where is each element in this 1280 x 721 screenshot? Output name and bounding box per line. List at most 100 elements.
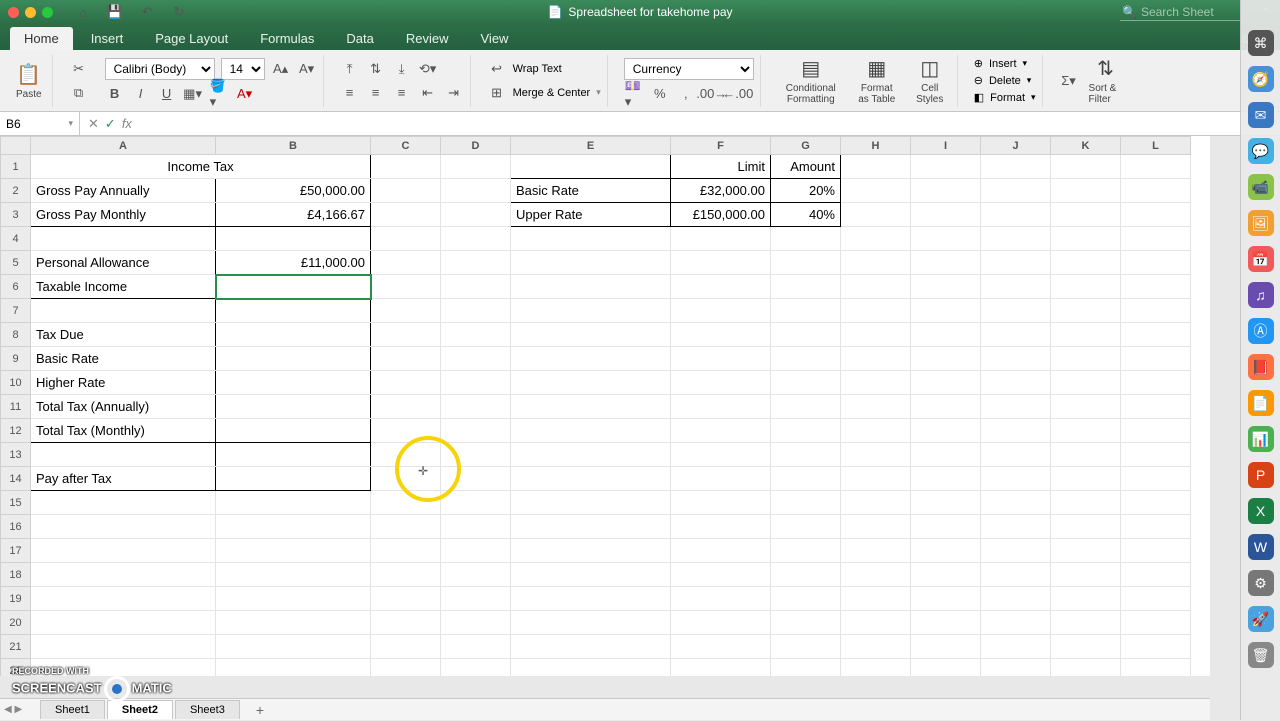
cell-B17[interactable] — [216, 539, 371, 563]
cell-K4[interactable] — [1051, 227, 1121, 251]
cell-D19[interactable] — [441, 587, 511, 611]
cell-D9[interactable] — [441, 347, 511, 371]
cell-C17[interactable] — [371, 539, 441, 563]
cell-H5[interactable] — [841, 251, 911, 275]
cell-A9[interactable]: Basic Rate — [31, 347, 216, 371]
cell-F7[interactable] — [671, 299, 771, 323]
cell-L16[interactable] — [1121, 515, 1191, 539]
cell-I2[interactable] — [911, 179, 981, 203]
cell-I7[interactable] — [911, 299, 981, 323]
decrease-decimal-icon[interactable]: ←.00 — [728, 84, 748, 104]
percent-icon[interactable]: % — [650, 84, 670, 104]
cell-H7[interactable] — [841, 299, 911, 323]
cell-B9[interactable] — [216, 347, 371, 371]
cell-I13[interactable] — [911, 443, 981, 467]
cell-G9[interactable] — [771, 347, 841, 371]
cell-J17[interactable] — [981, 539, 1051, 563]
cell-A15[interactable] — [31, 491, 216, 515]
cell-F5[interactable] — [671, 251, 771, 275]
cell-C14[interactable] — [371, 467, 441, 491]
cell-D4[interactable] — [441, 227, 511, 251]
cell-H13[interactable] — [841, 443, 911, 467]
cell-E6[interactable] — [511, 275, 671, 299]
cell-E18[interactable] — [511, 563, 671, 587]
cell-C4[interactable] — [371, 227, 441, 251]
cell-G18[interactable] — [771, 563, 841, 587]
cell-C1[interactable] — [371, 155, 441, 179]
cell-L1[interactable] — [1121, 155, 1191, 179]
format-as-table-button[interactable]: ▦Format as Table — [851, 54, 903, 107]
align-middle-icon[interactable]: ⇅ — [366, 59, 386, 79]
cell-C13[interactable] — [371, 443, 441, 467]
cell-E3[interactable]: Upper Rate — [511, 203, 671, 227]
cell-K5[interactable] — [1051, 251, 1121, 275]
dock-finder[interactable]: ⌘ — [1248, 30, 1274, 56]
paste-button[interactable]: 📋 Paste — [12, 60, 46, 102]
cell-E15[interactable] — [511, 491, 671, 515]
cell-I22[interactable] — [911, 659, 981, 677]
cell-D5[interactable] — [441, 251, 511, 275]
cell-E7[interactable] — [511, 299, 671, 323]
cell-C16[interactable] — [371, 515, 441, 539]
cell-B16[interactable] — [216, 515, 371, 539]
cell-F20[interactable] — [671, 611, 771, 635]
cell-D22[interactable] — [441, 659, 511, 677]
dock-word[interactable]: W — [1248, 534, 1274, 560]
cut-icon[interactable]: ✂ — [69, 59, 89, 79]
cell-A1[interactable]: Income Tax — [31, 155, 371, 179]
cell-G14[interactable] — [771, 467, 841, 491]
bold-button[interactable]: B — [105, 84, 125, 104]
cell-A20[interactable] — [31, 611, 216, 635]
cell-K2[interactable] — [1051, 179, 1121, 203]
cell-F19[interactable] — [671, 587, 771, 611]
cell-styles-button[interactable]: ◫Cell Styles — [909, 54, 951, 107]
cell-E11[interactable] — [511, 395, 671, 419]
cell-J4[interactable] — [981, 227, 1051, 251]
cell-H20[interactable] — [841, 611, 911, 635]
cell-H17[interactable] — [841, 539, 911, 563]
insert-cells-button[interactable]: Insert — [989, 58, 1017, 70]
cell-D15[interactable] — [441, 491, 511, 515]
cell-A8[interactable]: Tax Due — [31, 323, 216, 347]
cell-L18[interactable] — [1121, 563, 1191, 587]
cell-C11[interactable] — [371, 395, 441, 419]
font-size-select[interactable]: 14 — [221, 58, 265, 80]
cell-J22[interactable] — [981, 659, 1051, 677]
cell-A12[interactable]: Total Tax (Monthly) — [31, 419, 216, 443]
cell-D11[interactable] — [441, 395, 511, 419]
cell-F2[interactable]: £32,000.00 — [671, 179, 771, 203]
cell-J3[interactable] — [981, 203, 1051, 227]
cell-D6[interactable] — [441, 275, 511, 299]
cell-C22[interactable] — [371, 659, 441, 677]
cell-L4[interactable] — [1121, 227, 1191, 251]
accept-formula-icon[interactable]: ✓ — [105, 116, 116, 132]
cell-H10[interactable] — [841, 371, 911, 395]
cell-C3[interactable] — [371, 203, 441, 227]
cell-H2[interactable] — [841, 179, 911, 203]
font-color-button[interactable]: A▾ — [235, 84, 255, 104]
cell-C20[interactable] — [371, 611, 441, 635]
dock-itunes[interactable]: ♫ — [1248, 282, 1274, 308]
cell-J13[interactable] — [981, 443, 1051, 467]
sheet-tab-3[interactable]: Sheet3 — [175, 700, 240, 719]
cell-L15[interactable] — [1121, 491, 1191, 515]
sort-filter-button[interactable]: ⇅Sort & Filter — [1085, 54, 1127, 107]
cell-B6[interactable] — [216, 275, 371, 299]
cell-B11[interactable] — [216, 395, 371, 419]
tab-view[interactable]: View — [467, 27, 523, 50]
cell-B21[interactable] — [216, 635, 371, 659]
cell-C19[interactable] — [371, 587, 441, 611]
cell-E9[interactable] — [511, 347, 671, 371]
cell-F17[interactable] — [671, 539, 771, 563]
cell-G21[interactable] — [771, 635, 841, 659]
copy-icon[interactable]: ⧉ — [69, 83, 89, 103]
cell-I15[interactable] — [911, 491, 981, 515]
dock-appstore[interactable]: Ⓐ — [1248, 318, 1274, 344]
cell-K18[interactable] — [1051, 563, 1121, 587]
cell-B4[interactable] — [216, 227, 371, 251]
cell-D10[interactable] — [441, 371, 511, 395]
cell-K10[interactable] — [1051, 371, 1121, 395]
cell-L10[interactable] — [1121, 371, 1191, 395]
cell-I16[interactable] — [911, 515, 981, 539]
merge-center-button[interactable]: Merge & Center — [513, 87, 591, 99]
